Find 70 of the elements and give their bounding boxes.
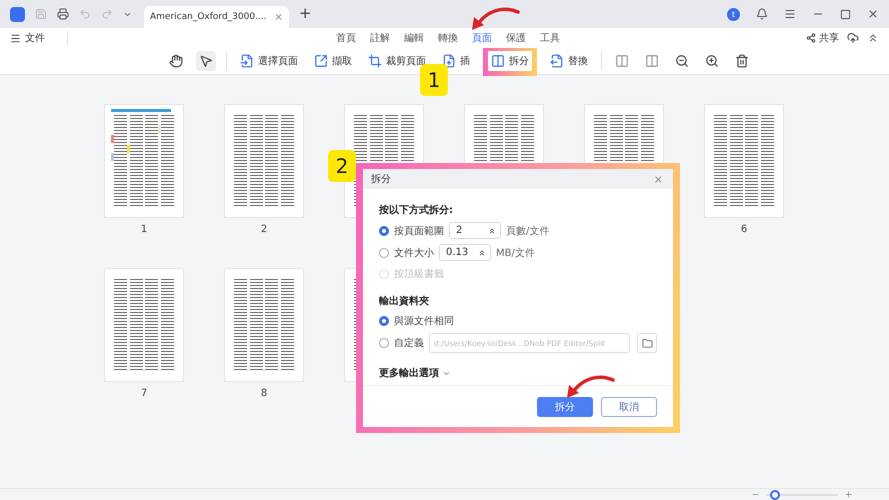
dialog-title: 拆分 <box>371 172 391 186</box>
ribbon-tab[interactable]: 編輯 <box>404 31 424 45</box>
share-label[interactable]: 共享 <box>819 31 839 45</box>
page-thumbnail[interactable] <box>704 104 784 218</box>
option-label: 文件大小 <box>394 246 434 260</box>
file-plus-icon <box>442 54 456 68</box>
file-menu[interactable]: 文件 <box>25 31 45 45</box>
page-number: 8 <box>260 388 268 399</box>
ribbon-tab[interactable]: 工具 <box>540 31 560 45</box>
slider-thumb[interactable] <box>770 490 780 500</box>
section-heading: 輸出資料夾 <box>379 294 430 308</box>
maximize-icon[interactable] <box>840 8 851 20</box>
cloud-upload-icon[interactable] <box>847 32 859 44</box>
page-thumbnail[interactable] <box>224 268 304 382</box>
folder-icon <box>642 338 652 348</box>
menu-icon[interactable] <box>784 8 796 20</box>
document-tab[interactable]: American_Oxford_3000.... × <box>144 6 289 28</box>
stepper-icon[interactable] <box>488 226 496 234</box>
radio-button[interactable] <box>379 316 389 326</box>
arrow-box-icon <box>314 54 328 68</box>
option-label: 與源文件相同 <box>394 314 454 328</box>
option-label: 按頁面範圍 <box>394 224 444 238</box>
ribbon-tab[interactable]: 頁面 <box>472 31 492 45</box>
tab-close[interactable]: × <box>274 12 283 22</box>
radio-button[interactable] <box>379 226 389 236</box>
share-icon[interactable] <box>806 33 816 43</box>
page-thumbnail[interactable] <box>104 104 184 218</box>
page-number: 6 <box>740 224 748 235</box>
app-logo <box>10 6 25 22</box>
step-callout: 2 <box>328 150 356 182</box>
crop-icon <box>368 54 382 68</box>
stepper-icon[interactable] <box>478 248 486 256</box>
more-options-toggle[interactable]: 更多輸出選項 <box>379 366 451 380</box>
print-icon[interactable] <box>57 8 69 20</box>
page-number: 1 <box>140 224 148 235</box>
pointer-icon[interactable] <box>196 51 216 71</box>
arrow-annotation <box>567 376 615 398</box>
tab-title: American_Oxford_3000.... <box>150 12 267 22</box>
split-icon <box>491 54 505 68</box>
ribbon-tab[interactable]: 保護 <box>506 31 526 45</box>
arrow-annotation <box>472 8 520 30</box>
page-range-icon <box>240 54 254 68</box>
step-callout: 1 <box>420 64 448 96</box>
section-heading: 按以下方式拆分: <box>379 203 454 217</box>
split-button[interactable]: 拆分 <box>537 396 593 416</box>
cancel-button[interactable]: 取消 <box>601 396 657 416</box>
radio-button[interactable] <box>379 338 389 348</box>
file-arrow-icon <box>550 54 564 68</box>
unit-label: MB/文件 <box>496 246 535 260</box>
radio-button[interactable] <box>379 248 389 258</box>
option-label: 按頂級書籤 <box>394 268 444 280</box>
menu-icon[interactable] <box>10 32 21 44</box>
ribbon-tab[interactable]: 首頁 <box>336 31 356 45</box>
ribbon-tab[interactable]: 註解 <box>370 31 390 45</box>
bell-icon[interactable] <box>756 8 768 20</box>
close-icon[interactable] <box>867 8 879 20</box>
ribbon-tab[interactable]: 轉換 <box>438 31 458 45</box>
number-field[interactable]: 2 <box>449 222 501 239</box>
number-field[interactable]: 0.13 <box>439 244 491 261</box>
page-number: 2 <box>260 224 268 235</box>
unit-label: 頁數/文件 <box>506 224 550 238</box>
toolbar-button[interactable]: 拆分 <box>488 51 532 71</box>
option-label: 自定義 <box>394 336 424 350</box>
new-tab-button[interactable]: + <box>298 0 312 28</box>
page-thumbnail[interactable] <box>104 268 184 382</box>
user-avatar[interactable]: t <box>727 8 740 20</box>
page-thumbnail[interactable] <box>224 104 304 218</box>
page-number: 7 <box>140 388 148 399</box>
browse-button[interactable] <box>637 333 657 353</box>
collapse-icon[interactable] <box>867 32 879 44</box>
